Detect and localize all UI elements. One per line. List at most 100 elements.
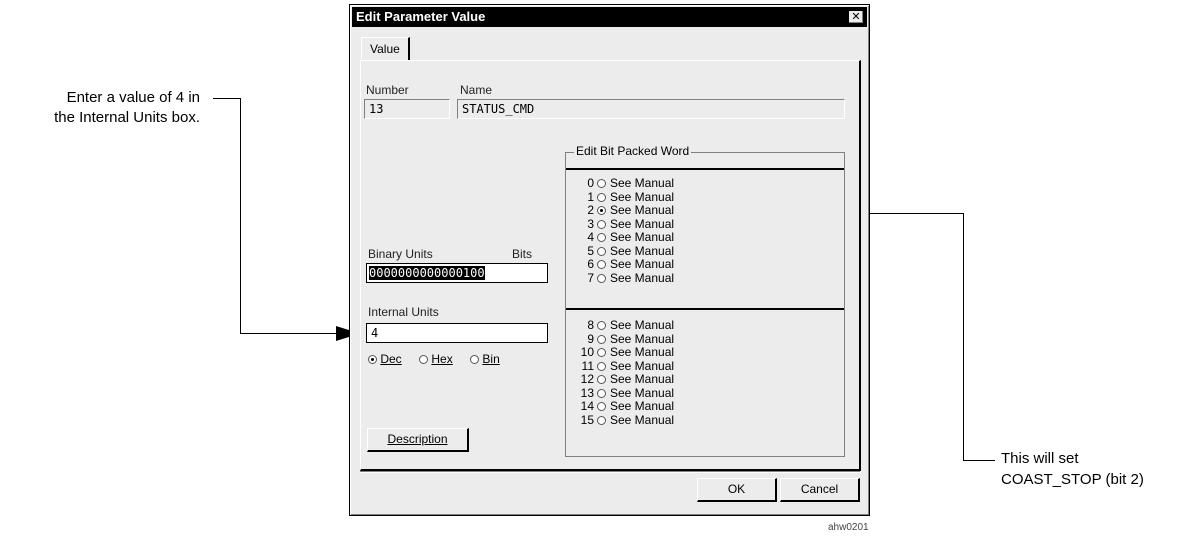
binary-units-value: 0000000000000100 bbox=[369, 266, 485, 280]
bit-label: See Manual bbox=[610, 372, 675, 386]
internal-units-field[interactable]: 4 bbox=[366, 323, 548, 343]
button-row-divider bbox=[360, 471, 860, 473]
bit-number: 15 bbox=[580, 412, 594, 427]
ok-button[interactable]: OK bbox=[697, 478, 777, 502]
bit-number: 3 bbox=[587, 216, 594, 231]
bit-option[interactable]: 9 See Manual bbox=[578, 331, 675, 347]
radio-icon bbox=[597, 233, 606, 243]
bit-label: See Manual bbox=[610, 189, 675, 204]
internal-units-label: Internal Units bbox=[368, 305, 439, 319]
radio-icon bbox=[597, 361, 606, 371]
bit-option[interactable]: 8 See Manual bbox=[578, 318, 675, 333]
bit-option[interactable]: 12 See Manual bbox=[578, 372, 675, 387]
radio-icon bbox=[597, 179, 606, 189]
bit-number: 7 bbox=[587, 270, 594, 285]
bit-option[interactable]: 1 See Manual bbox=[578, 189, 675, 205]
bit-number: 12 bbox=[580, 372, 594, 386]
bit-label: See Manual bbox=[610, 230, 675, 244]
bit-label: See Manual bbox=[610, 399, 675, 413]
bit-number: 11 bbox=[581, 358, 594, 373]
callout-line-left-horizontal bbox=[240, 333, 340, 334]
bit-label: See Manual bbox=[610, 203, 675, 217]
radio-icon bbox=[597, 273, 606, 283]
bit-number: 10 bbox=[580, 345, 594, 359]
radio-icon bbox=[597, 321, 606, 331]
radio-bin-icon bbox=[470, 355, 480, 365]
bit-option[interactable]: 13 See Manual bbox=[578, 385, 675, 401]
bit-number: 14 bbox=[580, 399, 594, 413]
number-field: 13 bbox=[364, 99, 450, 119]
radio-bin-label: Bin bbox=[482, 352, 500, 366]
callout-line-left bbox=[213, 98, 241, 99]
bit-label: See Manual bbox=[610, 331, 675, 346]
bit-option[interactable]: 6 See Manual bbox=[578, 257, 675, 272]
radio-icon bbox=[597, 348, 606, 358]
bit-label: See Manual bbox=[610, 216, 675, 231]
bit-number: 0 bbox=[587, 176, 594, 190]
bit-option[interactable]: 4 See Manual bbox=[578, 230, 675, 245]
annotation-right-line1: This will set bbox=[1001, 450, 1079, 467]
bit-label: See Manual bbox=[610, 358, 675, 373]
bit-label: See Manual bbox=[610, 412, 675, 427]
name-label: Name bbox=[460, 83, 493, 97]
bit-label: See Manual bbox=[610, 257, 675, 271]
dialog-titlebar[interactable]: Edit Parameter Value ✕ bbox=[352, 7, 867, 27]
bit-number: 1 bbox=[587, 189, 594, 204]
bit-option[interactable]: 11 See Manual bbox=[578, 358, 675, 374]
radio-hex[interactable]: Hex bbox=[419, 352, 453, 366]
bit-option[interactable]: 3 See Manual bbox=[578, 216, 675, 232]
bit-label: See Manual bbox=[610, 176, 675, 190]
bit-option[interactable]: 7 See Manual bbox=[578, 270, 674, 286]
bit-option[interactable]: 10 See Manual bbox=[578, 345, 675, 360]
bits-label: Bits bbox=[512, 247, 533, 261]
bit-number: 5 bbox=[587, 243, 594, 258]
bit-option[interactable]: 14 See Manual bbox=[578, 399, 675, 414]
bit-number: 4 bbox=[587, 230, 594, 244]
bit-label: See Manual bbox=[610, 318, 675, 332]
bit-packed-word-group: Edit Bit Packed Word 0 See Manual 1 See Man… bbox=[565, 144, 845, 457]
bits-low-list: 0 See Manual 1 See Manual 2 See Manual 3 See Ma… bbox=[578, 176, 675, 286]
bit-label: See Manual bbox=[610, 385, 675, 400]
radio-hex-label: Hex bbox=[431, 352, 453, 366]
radio-icon bbox=[597, 388, 606, 398]
bit-option[interactable]: 0 See Manual bbox=[578, 176, 675, 191]
tab-value[interactable]: Value bbox=[361, 37, 410, 60]
name-field: STATUS_CMD bbox=[457, 99, 845, 119]
bit-group-title: Edit Bit Packed Word bbox=[574, 144, 692, 158]
radio-icon bbox=[597, 192, 606, 202]
annotation-left-line2: the Internal Units box. bbox=[54, 109, 200, 126]
annotation-right-line2: COAST_STOP (bit 2) bbox=[1001, 471, 1144, 488]
binary-units-field[interactable]: 0000000000000100 bbox=[366, 263, 548, 283]
binary-units-label: Binary Units bbox=[368, 247, 433, 261]
bit-group-divider-middle bbox=[566, 308, 844, 310]
bit-number: 6 bbox=[587, 257, 594, 271]
bit-option[interactable]: 5 See Manual bbox=[578, 243, 675, 259]
radio-icon bbox=[597, 402, 606, 412]
bit-option[interactable]: 15 See Manual bbox=[578, 412, 675, 428]
callout-line-right-vertical bbox=[963, 213, 964, 461]
description-button-label: Description bbox=[387, 432, 448, 446]
bit-label: See Manual bbox=[610, 243, 675, 258]
description-button[interactable]: Description bbox=[367, 428, 469, 452]
cancel-button[interactable]: Cancel bbox=[780, 478, 860, 502]
bit-label: See Manual bbox=[610, 345, 675, 359]
bit-group-divider-top bbox=[566, 168, 844, 170]
radio-dec-label: Dec bbox=[380, 352, 402, 366]
bit-option[interactable]: 2 See Manual bbox=[578, 203, 675, 218]
annotation-left-line1: Enter a value of 4 in bbox=[66, 89, 200, 106]
close-icon[interactable]: ✕ bbox=[848, 10, 864, 24]
bit-number: 13 bbox=[580, 385, 594, 400]
radix-options: Dec Hex Bin bbox=[368, 352, 514, 366]
radio-bin[interactable]: Bin bbox=[470, 352, 500, 366]
callout-line-left-vertical bbox=[240, 98, 241, 334]
radio-hex-icon bbox=[419, 355, 429, 365]
bit-number: 8 bbox=[587, 318, 594, 332]
bit-number: 2 bbox=[587, 203, 594, 217]
radio-dec[interactable]: Dec bbox=[368, 352, 402, 366]
callout-line-right-end bbox=[963, 460, 995, 461]
bit-number: 9 bbox=[587, 331, 594, 346]
bits-high-list: 8 See Manual 9 See Manual 10 See Manual 11 See … bbox=[578, 318, 675, 428]
radio-icon bbox=[597, 246, 606, 256]
number-label: Number bbox=[366, 83, 409, 97]
radio-icon bbox=[597, 334, 606, 344]
